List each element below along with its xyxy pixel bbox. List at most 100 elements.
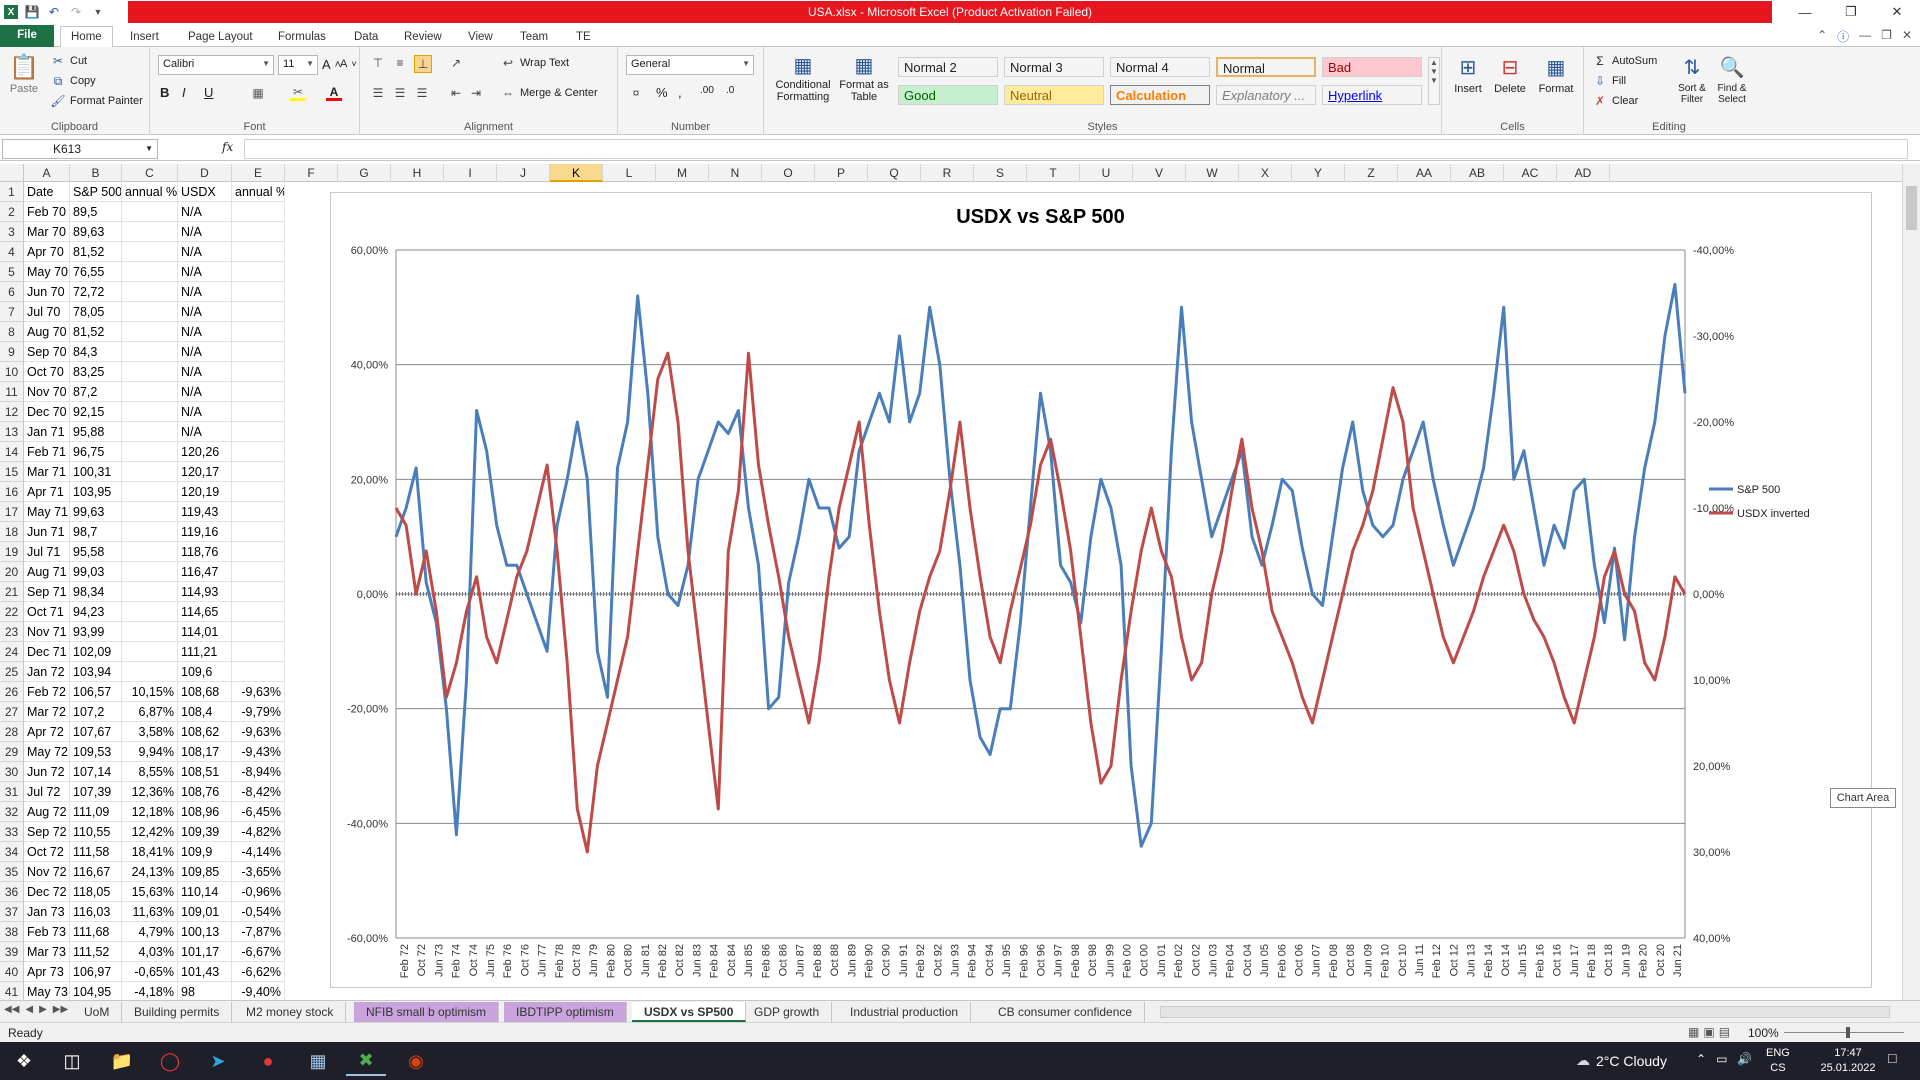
cell-b[interactable]: 103,94 bbox=[70, 662, 122, 682]
cell-c[interactable] bbox=[122, 622, 178, 642]
cell-d[interactable]: 110,14 bbox=[178, 882, 232, 902]
redo-icon[interactable]: ↷ bbox=[68, 4, 84, 20]
horizontal-scrollbar[interactable] bbox=[1160, 1006, 1890, 1018]
cell-d[interactable]: 116,47 bbox=[178, 562, 232, 582]
cell-e[interactable]: -7,87% bbox=[232, 922, 285, 942]
customize-qat-icon[interactable]: ▼ bbox=[90, 4, 106, 20]
cell-b[interactable]: 111,68 bbox=[70, 922, 122, 942]
restore-button[interactable]: ❐ bbox=[1828, 0, 1874, 24]
paste-button[interactable]: 📋 Paste bbox=[6, 51, 42, 96]
cell-b[interactable]: 118,05 bbox=[70, 882, 122, 902]
cell-d[interactable]: 101,17 bbox=[178, 942, 232, 962]
app-icon[interactable]: ● bbox=[248, 1046, 288, 1076]
cell-a[interactable]: Jul 72 bbox=[24, 782, 70, 802]
cell-a[interactable]: Apr 72 bbox=[24, 722, 70, 742]
cell-b[interactable]: 98,34 bbox=[70, 582, 122, 602]
cell-e[interactable]: -6,45% bbox=[232, 802, 285, 822]
cell-e[interactable]: -9,40% bbox=[232, 982, 285, 1002]
row-header[interactable]: 36 bbox=[0, 882, 24, 902]
cell-e[interactable] bbox=[232, 282, 285, 302]
tab-file[interactable]: File bbox=[0, 25, 54, 47]
cell-c[interactable] bbox=[122, 462, 178, 482]
cell-d[interactable]: N/A bbox=[178, 322, 232, 342]
orientation-button[interactable]: ↗ bbox=[448, 55, 464, 71]
cell-c[interactable] bbox=[122, 642, 178, 662]
row-header[interactable]: 8 bbox=[0, 322, 24, 342]
column-header-ac[interactable]: AC bbox=[1504, 164, 1557, 182]
cut-button[interactable]: ✂ Cut bbox=[50, 53, 87, 69]
row-header[interactable]: 35 bbox=[0, 862, 24, 882]
cell-e[interactable]: -9,63% bbox=[232, 682, 285, 702]
close-button[interactable]: ✕ bbox=[1874, 0, 1920, 24]
cell-c[interactable] bbox=[122, 302, 178, 322]
cell-c[interactable]: 15,63% bbox=[122, 882, 178, 902]
clock[interactable]: 17:47 25.01.2022 bbox=[1812, 1046, 1884, 1076]
scroll-thumb[interactable] bbox=[1906, 186, 1917, 230]
cell-c[interactable]: 18,41% bbox=[122, 842, 178, 862]
cell-c[interactable] bbox=[122, 582, 178, 602]
borders-button[interactable]: ▦ bbox=[250, 85, 266, 101]
cell-b[interactable]: 99,03 bbox=[70, 562, 122, 582]
cell-c[interactable]: -4,18% bbox=[122, 982, 178, 1002]
cell-b[interactable]: 81,52 bbox=[70, 322, 122, 342]
cell-e[interactable]: -4,14% bbox=[232, 842, 285, 862]
bold-button[interactable]: B bbox=[160, 85, 169, 100]
cell-c[interactable]: 3,58% bbox=[122, 722, 178, 742]
cell-b[interactable]: 96,75 bbox=[70, 442, 122, 462]
cell-d[interactable]: 114,01 bbox=[178, 622, 232, 642]
wrap-text-button[interactable]: ↩ Wrap Text bbox=[500, 55, 569, 71]
column-header-f[interactable]: F bbox=[285, 164, 338, 182]
cell-c[interactable] bbox=[122, 342, 178, 362]
row-header[interactable]: 26 bbox=[0, 682, 24, 702]
minimize-button[interactable]: — bbox=[1782, 0, 1828, 24]
cell-e[interactable] bbox=[232, 362, 285, 382]
cell-b[interactable]: 106,57 bbox=[70, 682, 122, 702]
cell-a[interactable]: Feb 70 bbox=[24, 202, 70, 222]
cell-c[interactable] bbox=[122, 362, 178, 382]
cell-d[interactable]: 120,17 bbox=[178, 462, 232, 482]
cell-d[interactable]: 108,17 bbox=[178, 742, 232, 762]
row-header[interactable]: 12 bbox=[0, 402, 24, 422]
sheet-tab[interactable]: IBDTIPP optimism bbox=[504, 1002, 627, 1022]
excel-taskbar-icon[interactable]: ✖ bbox=[346, 1046, 386, 1076]
style-neutral[interactable]: Neutral bbox=[1004, 85, 1104, 105]
row-header[interactable]: 40 bbox=[0, 962, 24, 982]
name-box[interactable]: K613 ▼ bbox=[2, 139, 158, 159]
cell-b[interactable]: 99,63 bbox=[70, 502, 122, 522]
cell-d[interactable]: 108,51 bbox=[178, 762, 232, 782]
cell-e[interactable] bbox=[232, 342, 285, 362]
bottom-align-button[interactable]: ⊥ bbox=[414, 55, 432, 73]
row-header[interactable]: 33 bbox=[0, 822, 24, 842]
tab-data[interactable]: Data bbox=[344, 27, 388, 47]
column-header-q[interactable]: Q bbox=[868, 164, 921, 182]
format-cells-button[interactable]: ▦ Format bbox=[1534, 51, 1578, 96]
cell-c[interactable] bbox=[122, 202, 178, 222]
row-header[interactable]: 5 bbox=[0, 262, 24, 282]
next-sheet-icon[interactable]: ▶ bbox=[39, 1004, 47, 1015]
column-header-r[interactable]: R bbox=[921, 164, 974, 182]
row-header[interactable]: 23 bbox=[0, 622, 24, 642]
align-right-button[interactable]: ☰ bbox=[414, 85, 430, 101]
column-header-o[interactable]: O bbox=[762, 164, 815, 182]
cell-e[interactable]: -0,54% bbox=[232, 902, 285, 922]
cell-d[interactable]: 108,62 bbox=[178, 722, 232, 742]
accounting-button[interactable]: ¤ bbox=[628, 85, 644, 101]
cell-a[interactable]: Oct 72 bbox=[24, 842, 70, 862]
cell-b[interactable]: 93,99 bbox=[70, 622, 122, 642]
cell-e[interactable] bbox=[232, 422, 285, 442]
cell-b[interactable]: 94,23 bbox=[70, 602, 122, 622]
cell-d[interactable]: N/A bbox=[178, 262, 232, 282]
row-header[interactable]: 7 bbox=[0, 302, 24, 322]
fill-button[interactable]: ⇩ Fill bbox=[1592, 73, 1626, 89]
cell-d[interactable]: USDX bbox=[178, 182, 232, 202]
column-header-e[interactable]: E bbox=[232, 164, 285, 182]
cell-d[interactable]: N/A bbox=[178, 242, 232, 262]
cell-d[interactable]: 119,43 bbox=[178, 502, 232, 522]
align-left-button[interactable]: ☰ bbox=[370, 85, 386, 101]
cell-b[interactable]: S&P 500 bbox=[70, 182, 122, 202]
row-header[interactable]: 41 bbox=[0, 982, 24, 1002]
cell-c[interactable] bbox=[122, 242, 178, 262]
cell-a[interactable]: May 72 bbox=[24, 742, 70, 762]
cell-e[interactable] bbox=[232, 262, 285, 282]
style-explanatory[interactable]: Explanatory ... bbox=[1216, 85, 1316, 105]
